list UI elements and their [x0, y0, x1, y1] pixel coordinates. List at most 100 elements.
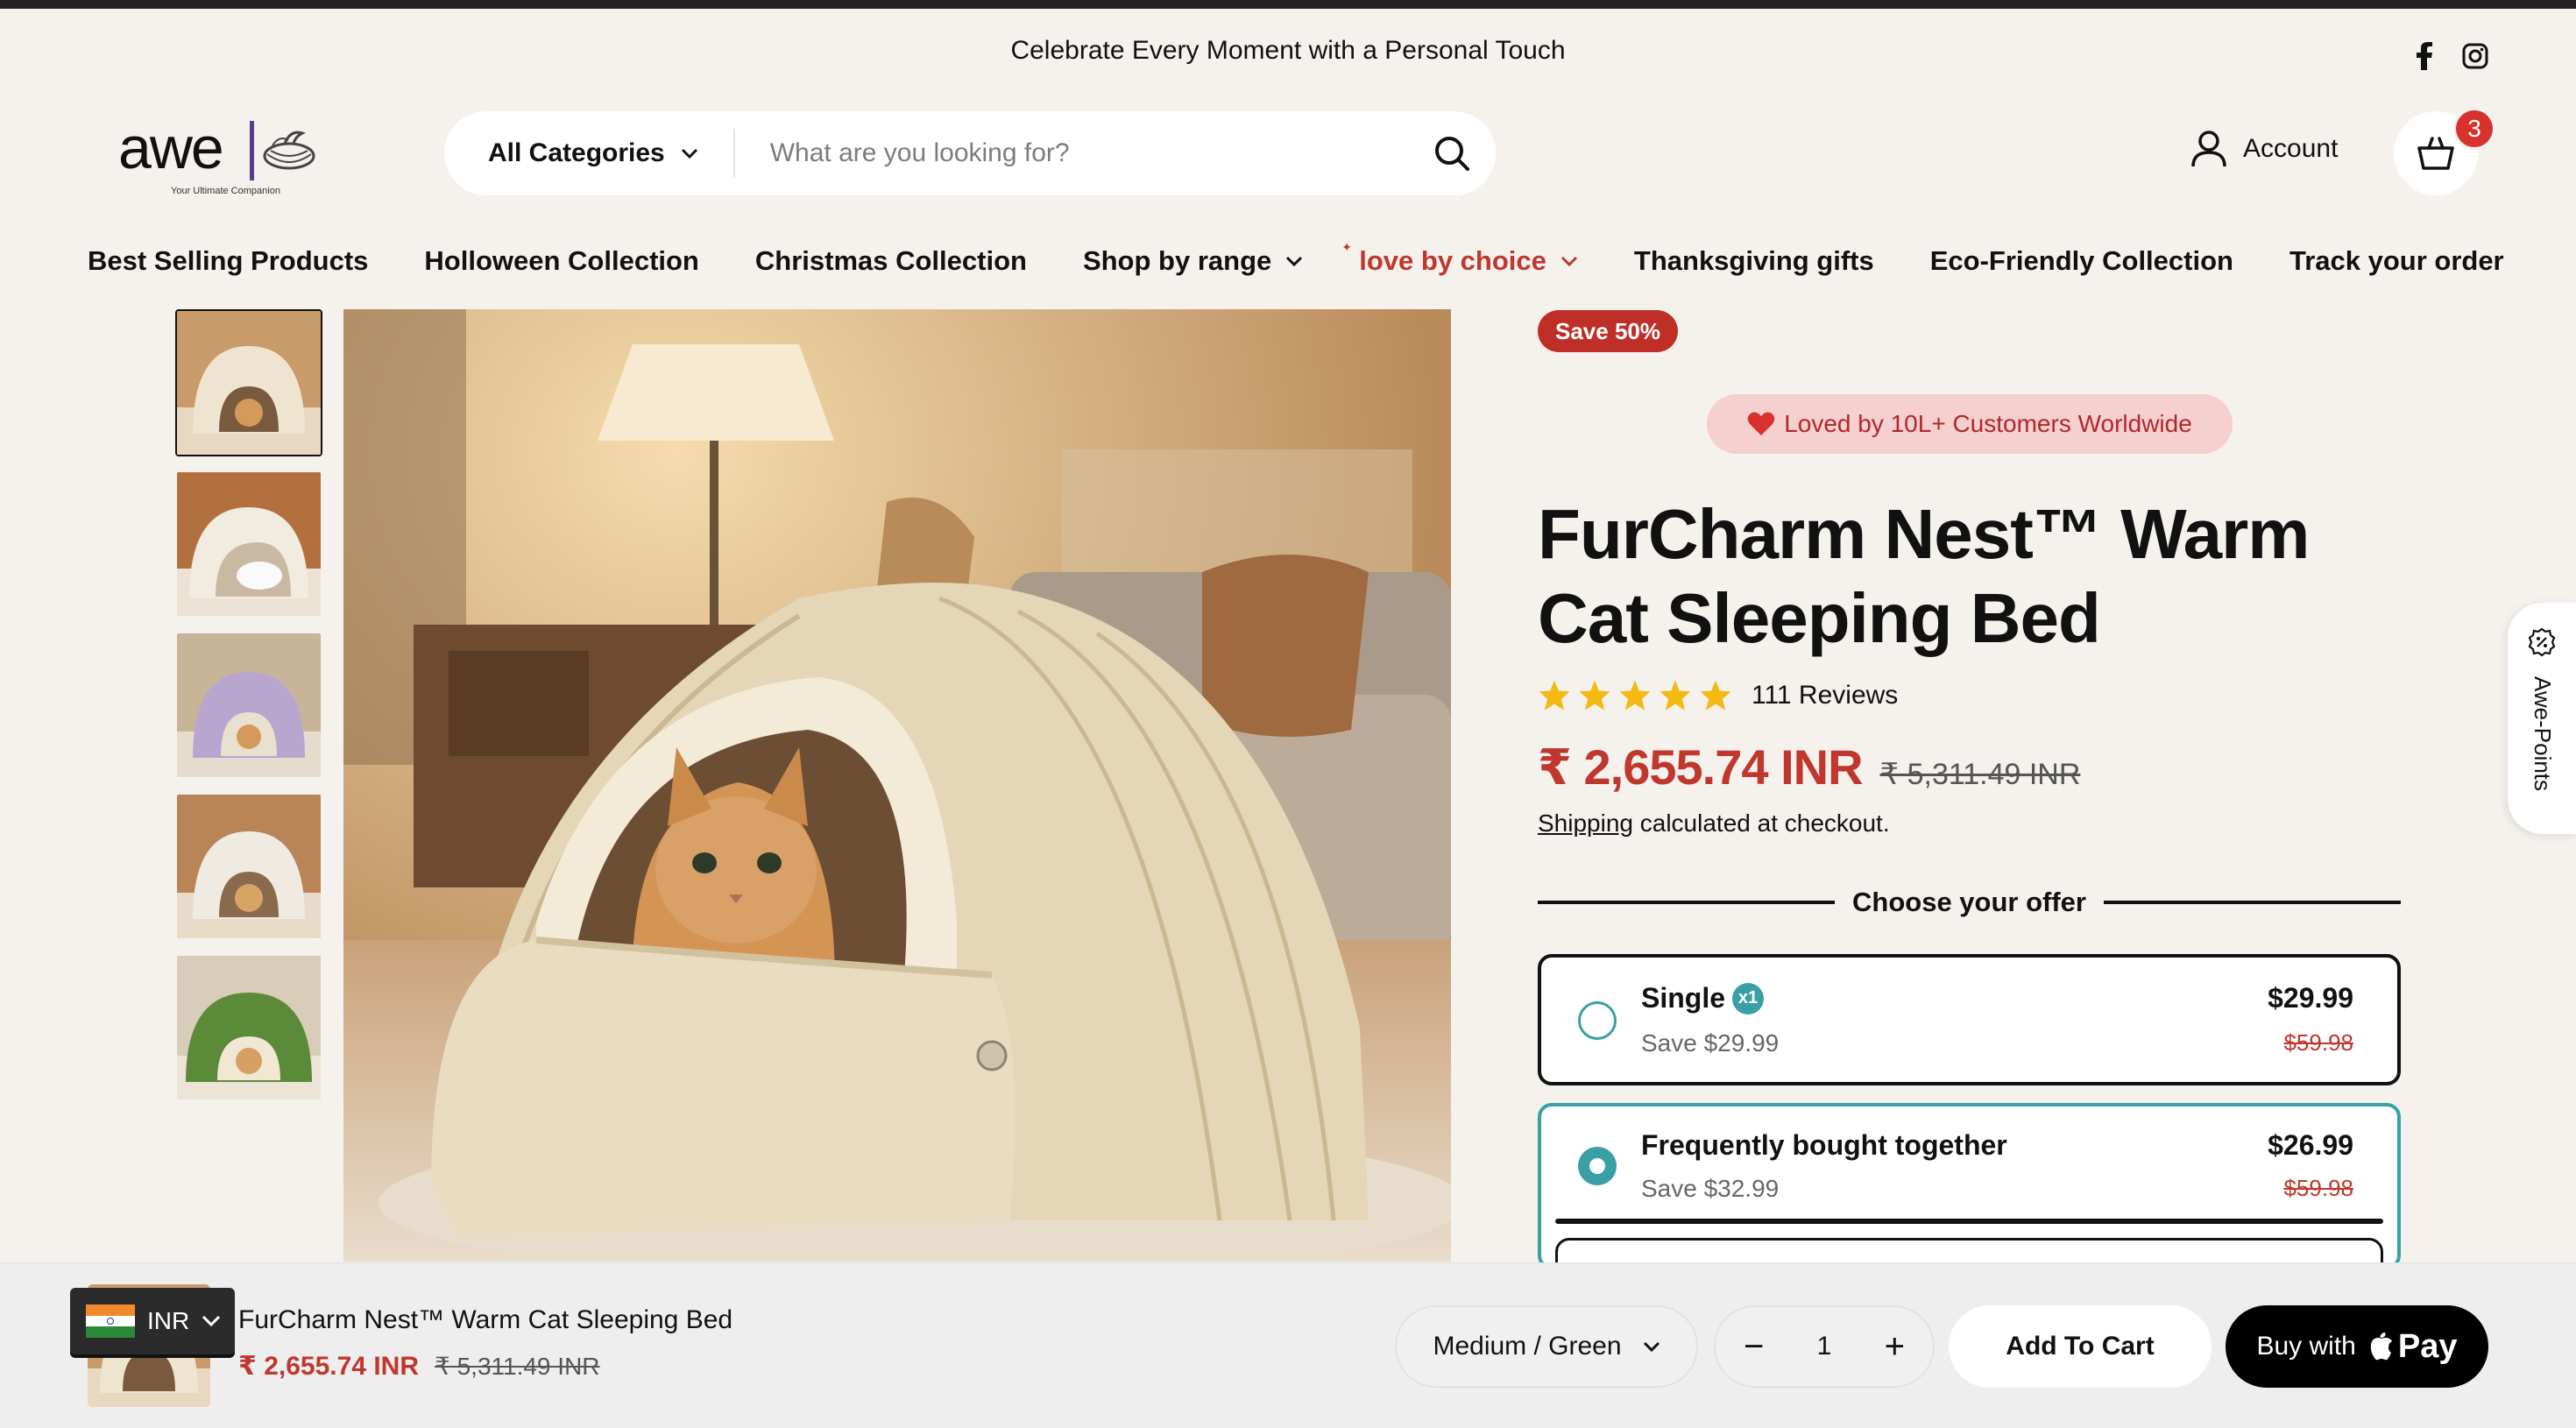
shipping-note: Shipping calculated at checkout. [1538, 809, 1890, 837]
divider [2103, 901, 2401, 904]
thumbnail-white[interactable] [175, 793, 322, 940]
star-icon [1579, 680, 1610, 710]
sparkle-icon: ✦ [1341, 240, 1352, 254]
divider [1538, 901, 1836, 904]
apple-logo-icon [2370, 1333, 2392, 1361]
offer-name: Single x1 [1641, 982, 1765, 1014]
nav-item-christmas[interactable]: Christmas Collection [755, 245, 1027, 277]
sticky-price-row: ₹ 2,655.74 INR ₹ 5,311.49 INR [238, 1351, 600, 1382]
awe-points-tab[interactable]: Awe-Points [2508, 603, 2576, 834]
nest-logo-icon [263, 131, 315, 170]
search-button[interactable] [1408, 111, 1496, 195]
facebook-icon[interactable] [2417, 42, 2432, 70]
price-row: ₹ 2,655.74 INR ₹ 5,311.49 INR [1538, 739, 2080, 796]
account-label: Account [2243, 134, 2339, 163]
star-icon [1700, 680, 1731, 710]
offer-price: $29.99 [2268, 982, 2353, 1014]
thumbnail-lavender[interactable] [175, 632, 322, 779]
nav-item-love-by-choice[interactable]: ✦ love by choice [1341, 240, 1578, 277]
sale-price: ₹ 2,655.74 INR [1538, 739, 1864, 795]
loved-text: Loved by 10L+ Customers Worldwide [1784, 410, 2192, 437]
offer-bundle[interactable]: Frequently bought together Save $32.99 $… [1538, 1103, 2401, 1269]
compare-price: ₹ 5,311.49 INR [1879, 758, 2081, 791]
thumbnail-cream-cat-lying[interactable] [175, 470, 322, 618]
sticky-cart-bar: INR FurCharm Nest™ Warm Cat Sleeping Bed… [0, 1262, 2576, 1428]
variant-selector[interactable]: Medium / Green [1395, 1305, 1698, 1388]
india-flag-icon [86, 1304, 135, 1339]
offer-radio[interactable] [1578, 1001, 1617, 1040]
instagram-icon[interactable] [2462, 43, 2488, 69]
add-to-cart-button[interactable]: Add To Cart [1949, 1305, 2212, 1388]
divider [1555, 1219, 2383, 1224]
announcement-bar: Celebrate Every Moment with a Personal T… [0, 9, 2576, 93]
nav-item-shop-by-range[interactable]: Shop by range [1083, 245, 1303, 277]
variant-label: Medium / Green [1433, 1332, 1622, 1361]
offer-radio-selected[interactable] [1578, 1147, 1617, 1185]
logo-tagline: Your Ultimate Companion [171, 186, 280, 196]
cart-icon [2417, 137, 2454, 170]
star-icon [1619, 680, 1651, 710]
product-title: FurCharm Nest™ Warm Cat Sleeping Bed [1538, 495, 2310, 657]
announcement-text: Celebrate Every Moment with a Personal T… [1010, 36, 1566, 65]
discount-icon [2528, 627, 2556, 657]
thumbnail-green[interactable] [175, 954, 322, 1101]
social-links [2417, 42, 2488, 70]
account-link[interactable]: Account [2190, 130, 2338, 168]
category-label: All Categories [488, 138, 665, 167]
heart-icon [1747, 412, 1775, 435]
offer-price: $26.99 [2268, 1129, 2353, 1161]
currency-code: INR [147, 1307, 190, 1334]
quantity-value[interactable]: 1 [1817, 1332, 1832, 1361]
quantity-stepper: − 1 + [1714, 1305, 1935, 1388]
apple-pay-button[interactable]: Buy with Pay [2226, 1305, 2488, 1388]
chevron-down-icon [681, 148, 697, 159]
awe-points-label: Awe-Points [2530, 676, 2556, 792]
logo-divider [250, 121, 254, 180]
category-dropdown[interactable]: All Categories [444, 129, 735, 178]
nav-item-holloween[interactable]: Holloween Collection [424, 245, 698, 277]
quantity-chip: x1 [1732, 982, 1765, 1014]
nav-item-best-selling[interactable]: Best Selling Products [88, 245, 368, 277]
offer-single[interactable]: Single x1 Save $29.99 $29.99 $59.98 [1538, 954, 2401, 1085]
offer-compare-price: $59.98 [2283, 1175, 2353, 1201]
thumbnail-cream[interactable] [175, 309, 322, 456]
loved-badge: Loved by 10L+ Customers Worldwide [1707, 394, 2233, 454]
star-icon [1660, 680, 1691, 710]
offer-save: Save $29.99 [1641, 1029, 1780, 1057]
increase-quantity-button[interactable]: + [1885, 1329, 1905, 1364]
search-input[interactable] [734, 127, 1408, 180]
chevron-down-icon [1643, 1341, 1660, 1352]
offer-compare-price: $59.98 [2283, 1029, 2353, 1056]
chevron-down-icon [202, 1315, 221, 1327]
nav-item-eco-friendly[interactable]: Eco-Friendly Collection [1930, 245, 2233, 277]
chevron-down-icon [1560, 256, 1577, 266]
main-nav: Best Selling Products Holloween Collecti… [88, 237, 2560, 286]
main-product-image[interactable] [343, 309, 1451, 1262]
cart-count-badge: 3 [2453, 108, 2495, 150]
cart-button[interactable]: 3 [2394, 108, 2495, 195]
currency-selector[interactable]: INR [70, 1288, 235, 1354]
search-icon [1435, 137, 1469, 171]
star-icon [1539, 680, 1570, 710]
nav-item-track-order[interactable]: Track your order [2289, 245, 2504, 277]
nav-item-thanksgiving[interactable]: Thanksgiving gifts [1634, 245, 1874, 277]
buy-with-label: Buy with [2256, 1332, 2356, 1361]
offer-name: Frequently bought together [1641, 1129, 2007, 1161]
search-bar: All Categories [444, 111, 1496, 195]
sticky-compare-price: ₹ 5,311.49 INR [435, 1353, 600, 1380]
save-badge: Save 50% [1538, 310, 1678, 352]
shipping-link[interactable]: Shipping [1538, 809, 1633, 837]
sticky-sale-price: ₹ 2,655.74 INR [238, 1352, 419, 1381]
user-icon [2191, 131, 2226, 167]
offer-title: Choose your offer [1852, 887, 2086, 917]
chevron-down-icon [1286, 256, 1303, 266]
offer-save: Save $32.99 [1641, 1175, 1780, 1202]
logo-wordmark: awe [118, 115, 224, 181]
product-rating[interactable]: 111 Reviews [1538, 679, 1898, 712]
pay-brand-label: Pay [2397, 1327, 2458, 1365]
review-count: 111 Reviews [1752, 681, 1899, 710]
sticky-product-title: FurCharm Nest™ Warm Cat Sleeping Bed [238, 1305, 733, 1334]
thumbnail-gallery [175, 309, 322, 1101]
site-logo[interactable]: awe Your Ultimate Companion [118, 114, 320, 201]
decrease-quantity-button[interactable]: − [1744, 1329, 1764, 1364]
